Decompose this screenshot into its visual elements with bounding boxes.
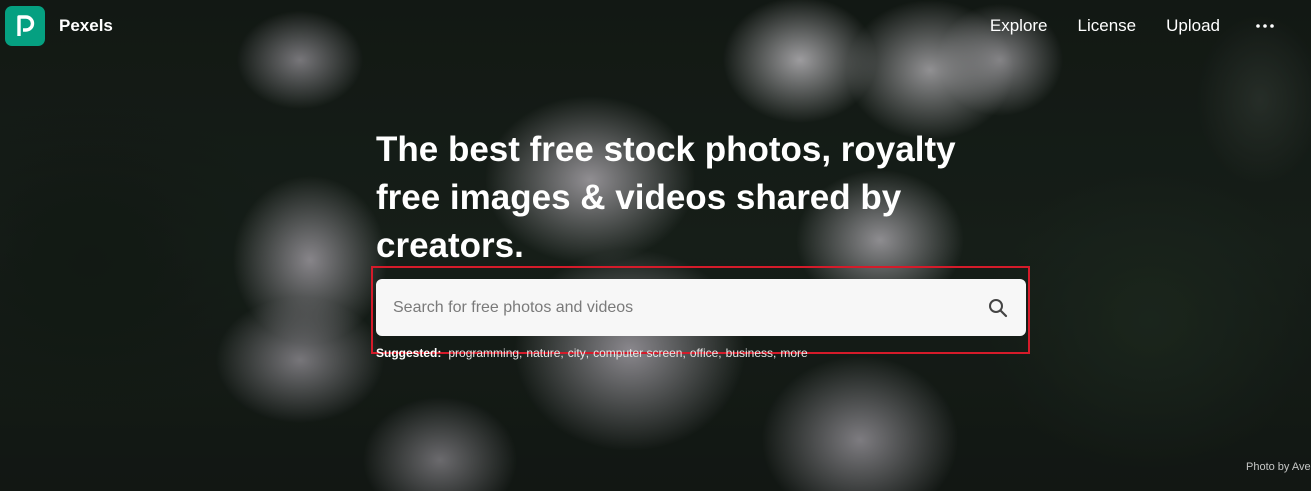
suggested-item-nature[interactable]: nature — [526, 346, 560, 360]
photo-credit[interactable]: Photo by Ave — [1246, 461, 1311, 473]
suggested-searches: Suggested: programming, nature, city, co… — [376, 346, 808, 360]
headline-line-2: free images & videos shared by — [376, 178, 902, 217]
more-horizontal-icon[interactable] — [1250, 11, 1280, 41]
nav-link-explore[interactable]: Explore — [990, 16, 1048, 36]
pexels-logo[interactable]: Pexels — [5, 6, 113, 46]
hero-headline: The best free stock photos, royalty free… — [376, 126, 996, 270]
suggested-item-more[interactable]: more — [780, 346, 807, 360]
brand-name: Pexels — [59, 16, 113, 35]
search-bar — [376, 279, 1026, 336]
search-input[interactable] — [376, 279, 970, 336]
nav-link-upload[interactable]: Upload — [1166, 16, 1220, 36]
headline-line-1: The best free stock photos, royalty — [376, 130, 956, 169]
pexels-logo-icon — [5, 6, 45, 46]
suggested-item-computer-screen[interactable]: computer screen — [593, 346, 682, 360]
suggested-item-city[interactable]: city — [568, 346, 586, 360]
top-navbar: Pexels Explore License Upload — [0, 0, 1311, 52]
nav-links: Explore License Upload — [990, 0, 1311, 52]
suggested-label: Suggested: — [376, 346, 442, 360]
suggested-item-business[interactable]: business — [726, 346, 773, 360]
nav-link-license[interactable]: License — [1078, 16, 1137, 36]
search-icon[interactable] — [970, 279, 1026, 336]
suggested-item-programming[interactable]: programming — [448, 346, 519, 360]
headline-line-3: creators. — [376, 226, 524, 265]
suggested-item-office[interactable]: office — [690, 346, 718, 360]
